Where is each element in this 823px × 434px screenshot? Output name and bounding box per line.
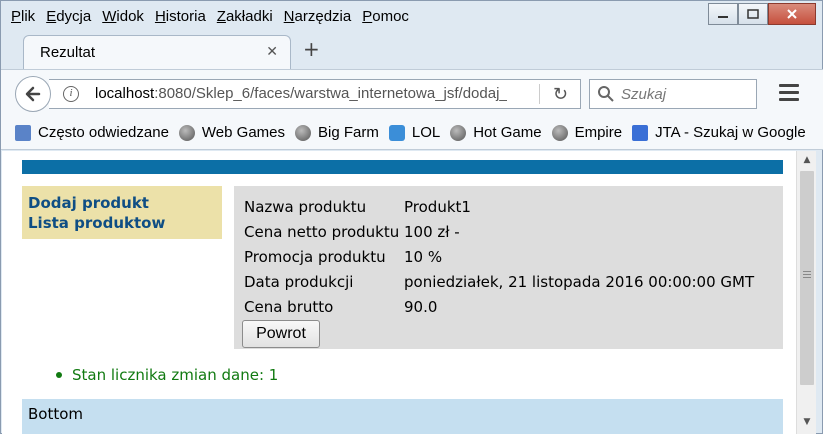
link-dodaj-produkt[interactable]: Dodaj produkt [28, 193, 216, 213]
back-button[interactable] [15, 76, 51, 112]
browser-window: Plik Edycja Widok Historia Zakładki Narz… [0, 0, 823, 434]
url-text[interactable]: localhost:8080/Sklep_6/faces/warstwa_int… [95, 85, 507, 102]
menu-hamburger-icon[interactable] [779, 84, 799, 105]
bookmark-label: LOL [411, 124, 441, 141]
bookmark-label: JTA - Szukaj w Google [655, 124, 806, 141]
menu-pomoc[interactable]: Pomoc [362, 8, 409, 25]
maximize-button[interactable] [738, 3, 768, 25]
page-icon [15, 124, 31, 141]
url-path: :8080/Sklep_6/faces/warstwa_internetowa_… [154, 85, 507, 102]
close-icon [787, 9, 797, 19]
menu-bar: Plik Edycja Widok Historia Zakładki Narz… [1, 1, 823, 31]
back-arrow-icon [25, 86, 41, 102]
row-label: Nazwa produktu [244, 198, 367, 216]
row-value: poniedziałek, 21 listopada 2016 00:00:00… [404, 273, 755, 291]
bookmark-big-farm[interactable]: Big Farm [295, 124, 379, 141]
maximize-icon [747, 9, 759, 19]
link-lista-produktow[interactable]: Lista produktow [28, 213, 216, 233]
sidebar-menu: Dodaj produkt Lista produktow [22, 186, 222, 239]
globe-icon [178, 124, 195, 141]
search-box[interactable]: Szukaj [589, 79, 757, 109]
minimize-button[interactable] [708, 3, 738, 25]
bookmark-czesto-odwiedzane[interactable]: Często odwiedzane [15, 124, 169, 141]
tab-close-icon[interactable]: ✕ [266, 44, 278, 60]
status-message: Stan licznika zmian dane: 1 [56, 366, 278, 384]
address-bar[interactable]: i localhost:8080/Sklep_6/faces/warstwa_i… [49, 79, 581, 109]
jta-icon [632, 124, 649, 141]
page-header-stripe [22, 160, 783, 174]
menu-historia[interactable]: Historia [155, 8, 206, 25]
bullet-icon [56, 372, 62, 378]
scroll-up-icon[interactable]: ▲ [797, 151, 817, 169]
bookmark-hot-game[interactable]: Hot Game [450, 124, 542, 141]
bookmark-label: Często odwiedzane [38, 124, 169, 141]
bookmark-empire[interactable]: Empire [551, 124, 623, 141]
grip-icon [803, 271, 811, 280]
product-details-panel: Nazwa produktu Produkt1 Cena netto produ… [234, 186, 783, 349]
bookmark-label: Empire [574, 124, 623, 141]
info-icon[interactable]: i [63, 86, 79, 102]
row-label: Cena netto produktu [244, 223, 400, 241]
row-label: Cena brutto [244, 298, 334, 316]
bookmark-web-games[interactable]: Web Games [178, 124, 286, 141]
tab-rezultat[interactable]: Rezultat ✕ [23, 35, 291, 69]
url-divider [539, 84, 540, 104]
bookmarks-bar: Często odwiedzane Web Games Big Farm LOL… [1, 116, 823, 150]
row-value: 10 % [404, 248, 443, 266]
scroll-thumb[interactable] [800, 171, 814, 385]
menu-narzedzia[interactable]: Narzędzia [284, 8, 352, 25]
url-host: localhost [95, 85, 155, 102]
footer-text: Bottom [28, 405, 84, 423]
row-value: 100 zł - [404, 223, 460, 241]
navigation-bar: i localhost:8080/Sklep_6/faces/warstwa_i… [1, 69, 823, 116]
menu-plik[interactable]: Plik [11, 8, 35, 25]
powrot-button[interactable]: Powrot [242, 320, 320, 348]
menu-edycja[interactable]: Edycja [46, 8, 91, 25]
new-tab-icon[interactable]: + [303, 37, 320, 61]
search-icon [598, 86, 614, 102]
globe-icon [450, 124, 467, 141]
globe-icon [295, 124, 312, 141]
tab-title: Rezultat [40, 44, 96, 61]
search-placeholder: Szukaj [621, 86, 667, 103]
status-message-text: Stan licznika zmian dane: 1 [72, 366, 279, 384]
row-label: Promocja produktu [244, 248, 386, 266]
minimize-icon [718, 16, 728, 18]
vertical-scrollbar[interactable]: ▲ ▼ [796, 151, 816, 434]
menu-widok[interactable]: Widok [102, 8, 144, 25]
page-viewport: Dodaj produkt Lista produktow Nazwa prod… [2, 151, 796, 434]
row-value: Produkt1 [404, 198, 471, 216]
row-value: 90.0 [404, 298, 438, 316]
close-window-button[interactable] [768, 3, 816, 25]
bookmark-label: Hot Game [473, 124, 542, 141]
reload-icon[interactable]: ↻ [553, 84, 568, 105]
bookmark-jta[interactable]: JTA - Szukaj w Google [632, 124, 806, 141]
bookmark-lol[interactable]: LOL [388, 124, 441, 141]
window-controls [708, 3, 816, 25]
globe-icon [551, 124, 568, 141]
page-footer: Bottom [22, 399, 783, 434]
menu-zakladki[interactable]: Zakładki [217, 8, 273, 25]
bookmark-label: Big Farm [318, 124, 379, 141]
scroll-down-icon[interactable]: ▼ [797, 413, 817, 431]
row-label: Data produkcji [244, 273, 354, 291]
lol-icon [388, 124, 405, 141]
tab-strip: Rezultat ✕ + [1, 31, 823, 69]
bookmark-label: Web Games [201, 124, 286, 141]
